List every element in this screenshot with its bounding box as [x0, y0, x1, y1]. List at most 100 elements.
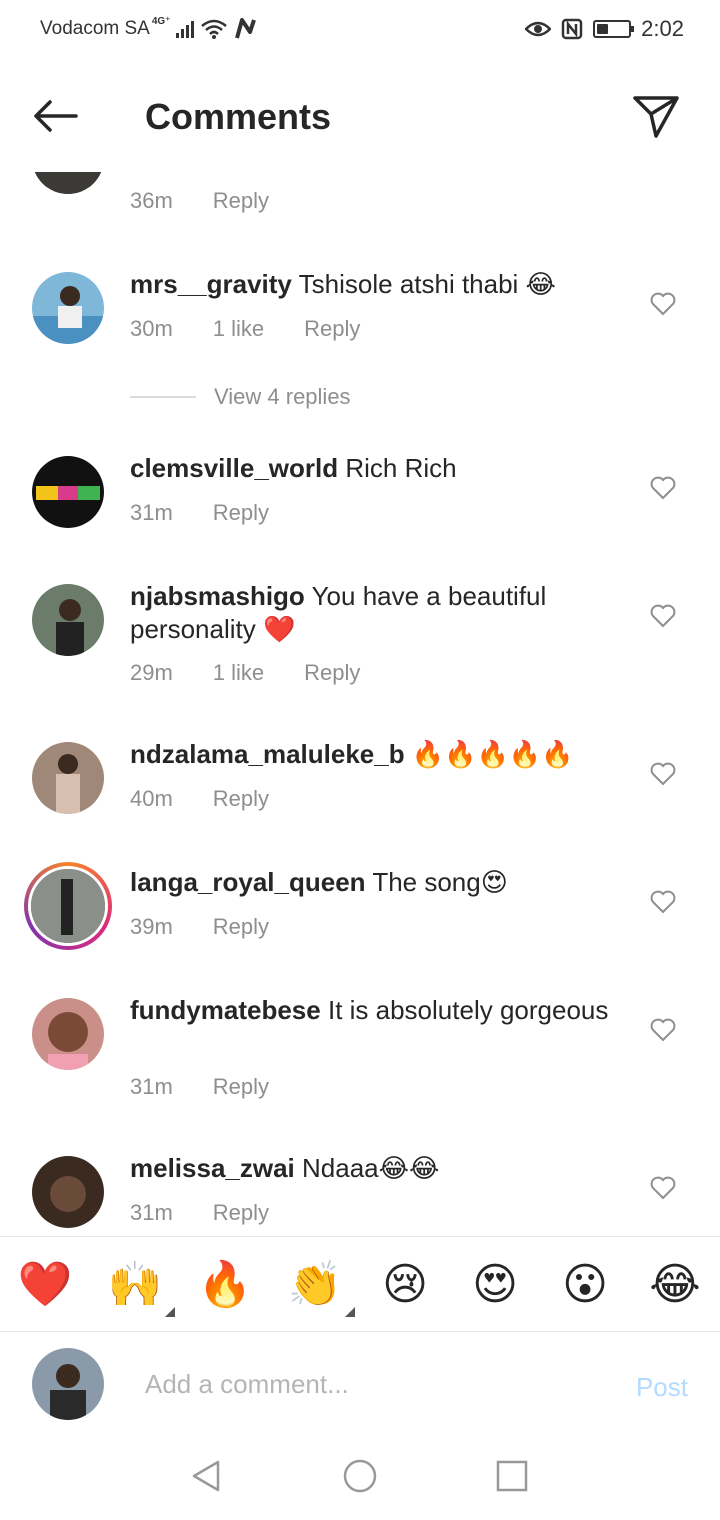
- comments-list[interactable]: 36m Reply mrs__gravity Tshisole atshi th…: [0, 172, 720, 1236]
- comment-username[interactable]: langa_royal_queen: [130, 867, 366, 897]
- comment-text: Rich Rich: [345, 453, 457, 483]
- heart-icon[interactable]: [650, 604, 676, 628]
- status-bar: Vodacom SA 4G⁺ 2:02: [0, 0, 720, 62]
- carrier-label: Vodacom SA: [40, 18, 150, 39]
- send-icon[interactable]: [632, 92, 680, 140]
- network-type-label: 4G⁺: [151, 15, 171, 27]
- comment-meta: 31m Reply: [130, 500, 269, 526]
- current-user-avatar: [32, 1348, 104, 1420]
- like-count[interactable]: 1 like: [213, 316, 264, 342]
- emoji-clap: 👏: [287, 1259, 343, 1310]
- reply-button[interactable]: Reply: [213, 914, 269, 940]
- like-count[interactable]: 1 like: [213, 660, 264, 686]
- comment-body: langa_royal_queen The song😍: [130, 866, 610, 899]
- emoji-crying-button[interactable]: 😢: [377, 1257, 433, 1313]
- comment-text: Ndaaa😂😂: [302, 1153, 440, 1183]
- battery-icon: [593, 20, 635, 38]
- comment-text: Tshisole atshi thabi 😂: [298, 269, 556, 299]
- heart-icon[interactable]: [650, 292, 676, 316]
- skin-tone-indicator: [345, 1307, 355, 1317]
- reply-button[interactable]: Reply: [213, 500, 269, 526]
- emoji-raised-hands: 🙌: [107, 1259, 163, 1310]
- reply-button[interactable]: Reply: [213, 188, 269, 214]
- wifi-icon: [201, 19, 228, 39]
- arrow-left-icon[interactable]: [30, 96, 80, 136]
- comment-username[interactable]: melissa_zwai: [130, 1153, 295, 1183]
- comment-time: 31m: [130, 1074, 173, 1099]
- comment-text: It is absolutely gorgeous: [327, 995, 609, 1025]
- comment-text: 🔥🔥🔥🔥🔥: [411, 739, 574, 769]
- comment-body: clemsville_world Rich Rich: [130, 452, 610, 485]
- emoji-clap-button[interactable]: 👏: [287, 1257, 355, 1317]
- eye-comfort-icon: [525, 21, 552, 37]
- comment-meta: 36m Reply: [130, 188, 269, 214]
- comment-body: melissa_zwai Ndaaa😂😂: [130, 1152, 610, 1185]
- comment-body: mrs__gravity Tshisole atshi thabi 😂: [130, 268, 610, 301]
- avatar-story-ring[interactable]: [24, 862, 112, 950]
- view-replies-label[interactable]: View 4 replies: [214, 384, 351, 410]
- reply-button[interactable]: Reply: [213, 786, 269, 812]
- nfc-app-icon: [235, 18, 257, 39]
- view-replies-button[interactable]: View 4 replies: [130, 384, 351, 410]
- emoji-heart-button[interactable]: ❤️: [17, 1257, 73, 1313]
- heart-icon[interactable]: [650, 476, 676, 500]
- avatar[interactable]: [32, 584, 104, 656]
- comment-username[interactable]: njabsmashigo: [130, 581, 305, 611]
- comment-body: fundymatebese It is absolutely gorgeous: [130, 994, 610, 1027]
- skin-tone-indicator: [165, 1307, 175, 1317]
- comment-meta: 40m Reply: [130, 786, 269, 812]
- comment-time: 29m: [130, 660, 173, 685]
- status-right: 2:02: [525, 16, 684, 42]
- nav-back-icon[interactable]: [188, 1458, 224, 1494]
- avatar[interactable]: [32, 272, 104, 344]
- avatar[interactable]: [32, 742, 104, 814]
- reply-button[interactable]: Reply: [213, 1200, 269, 1226]
- comment-time: 31m: [130, 1200, 173, 1225]
- signal-icon: [176, 20, 195, 38]
- avatar: [28, 866, 108, 946]
- emoji-heart-eyes-button[interactable]: 😍: [467, 1257, 523, 1313]
- comment-username[interactable]: ndzalama_maluleke_b: [130, 739, 405, 769]
- heart-icon[interactable]: [650, 890, 676, 914]
- avatar[interactable]: [32, 1156, 104, 1228]
- comment-username[interactable]: fundymatebese: [130, 995, 321, 1025]
- avatar[interactable]: [32, 456, 104, 528]
- header: Comments: [0, 62, 720, 172]
- comment-time: 30m: [130, 316, 173, 341]
- emoji-quick-bar: ❤️ 🙌 🔥 👏 😢 😍 😮 😂: [0, 1236, 720, 1332]
- comment-time: 31m: [130, 500, 173, 525]
- comment-text: The song😍: [372, 867, 508, 897]
- nav-recents-icon[interactable]: [494, 1458, 530, 1494]
- comment-body: njabsmashigo You have a beautiful person…: [130, 580, 610, 646]
- comment-time: 36m: [130, 188, 173, 213]
- comment-body: ndzalama_maluleke_b 🔥🔥🔥🔥🔥: [130, 738, 610, 771]
- page-title: Comments: [145, 96, 332, 137]
- comment-time: 40m: [130, 786, 173, 811]
- heart-icon[interactable]: [650, 1018, 676, 1042]
- avatar[interactable]: [32, 998, 104, 1070]
- post-button[interactable]: Post: [636, 1372, 688, 1403]
- battery-fill: [597, 24, 608, 34]
- comment-meta: 31m Reply: [130, 1200, 269, 1226]
- emoji-fire-button[interactable]: 🔥: [197, 1257, 253, 1313]
- comment-username[interactable]: clemsville_world: [130, 453, 338, 483]
- heart-icon[interactable]: [650, 762, 676, 786]
- reply-button[interactable]: Reply: [213, 1074, 269, 1100]
- emoji-laughing-button[interactable]: 😂: [647, 1257, 703, 1313]
- comment-meta: 31m Reply: [130, 1074, 269, 1100]
- comment-username[interactable]: mrs__gravity: [130, 269, 292, 299]
- emoji-surprised-button[interactable]: 😮: [557, 1257, 613, 1313]
- system-nav-bar: [0, 1432, 720, 1520]
- reply-button[interactable]: Reply: [304, 316, 360, 342]
- comment-meta: 39m Reply: [130, 914, 269, 940]
- nfc-icon: [561, 18, 583, 40]
- reply-button[interactable]: Reply: [304, 660, 360, 686]
- comment-meta: 30m 1 like Reply: [130, 316, 360, 342]
- avatar[interactable]: [32, 172, 104, 194]
- comment-composer: Post: [0, 1332, 720, 1432]
- emoji-raised-hands-button[interactable]: 🙌: [107, 1257, 175, 1317]
- comment-input[interactable]: [145, 1366, 585, 1402]
- nav-home-icon[interactable]: [342, 1458, 378, 1494]
- heart-icon[interactable]: [650, 1176, 676, 1200]
- clock-time: 2:02: [641, 16, 684, 41]
